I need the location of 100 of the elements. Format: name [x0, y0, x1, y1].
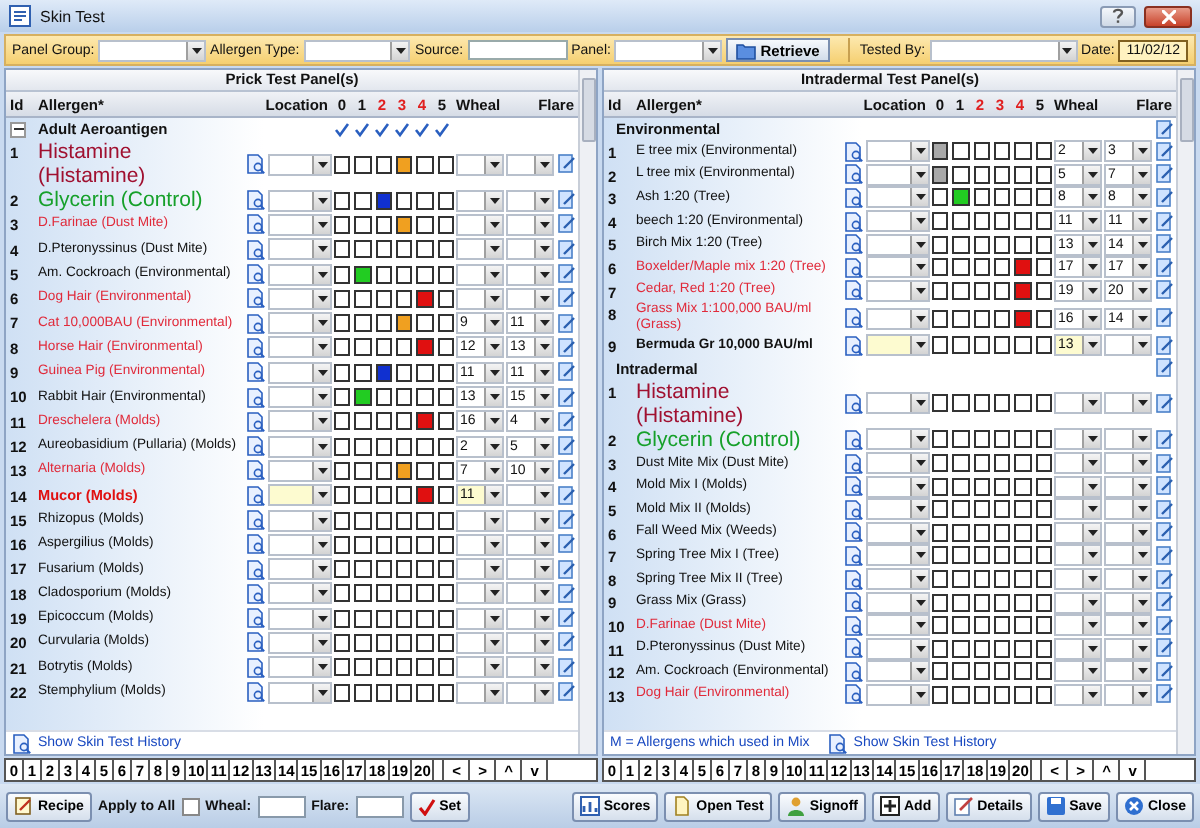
- grade-checkbox[interactable]: [437, 191, 454, 210]
- history-icon[interactable]: [843, 393, 863, 414]
- grade-checkbox[interactable]: [395, 633, 413, 652]
- grade-checkbox[interactable]: [993, 662, 1011, 681]
- grade-checkbox[interactable]: [1014, 500, 1032, 519]
- grade-checkbox[interactable]: [973, 430, 990, 449]
- location-dropdown[interactable]: [268, 435, 332, 458]
- grade-checkbox[interactable]: [993, 616, 1011, 635]
- grade-checkbox[interactable]: [437, 289, 454, 308]
- edit-icon[interactable]: [558, 337, 576, 358]
- grade-checkbox[interactable]: [952, 394, 970, 413]
- grade-checkbox[interactable]: [416, 683, 434, 702]
- flare-dropdown[interactable]: [1104, 637, 1152, 660]
- grade-checkbox[interactable]: [354, 584, 372, 603]
- history-icon[interactable]: [245, 190, 265, 211]
- grade-checkbox[interactable]: [334, 388, 351, 407]
- grade-checkbox[interactable]: [375, 584, 392, 603]
- grade-checkbox[interactable]: [395, 609, 413, 628]
- location-dropdown[interactable]: [268, 153, 332, 175]
- grade-checkbox[interactable]: [375, 265, 392, 284]
- flare-dropdown[interactable]: [506, 238, 554, 261]
- grade-checkbox[interactable]: [1035, 281, 1052, 300]
- grade-checkbox[interactable]: [1014, 454, 1032, 473]
- grade-checkbox[interactable]: [416, 338, 434, 357]
- grade-checkbox[interactable]: [952, 685, 970, 704]
- grade-checkbox[interactable]: [334, 338, 351, 357]
- grade-checkbox[interactable]: [932, 546, 949, 565]
- grade-checkbox[interactable]: [1014, 258, 1032, 277]
- location-dropdown[interactable]: [268, 509, 332, 531]
- edit-icon[interactable]: [1156, 119, 1174, 139]
- grade-checkbox[interactable]: [334, 437, 351, 456]
- grade-checkbox[interactable]: [993, 593, 1011, 612]
- grade-checkbox[interactable]: [437, 511, 454, 529]
- flare-dropdown[interactable]: [506, 509, 554, 531]
- edit-icon[interactable]: [1156, 592, 1174, 613]
- grade-checkbox[interactable]: [1035, 500, 1052, 519]
- collapse-toggle[interactable]: [10, 121, 26, 137]
- history-icon[interactable]: [843, 476, 863, 497]
- grade-checkbox[interactable]: [416, 535, 434, 554]
- location-dropdown[interactable]: [268, 189, 332, 212]
- grade-checkbox[interactable]: [375, 338, 392, 357]
- location-dropdown[interactable]: [866, 233, 930, 256]
- location-dropdown[interactable]: [268, 558, 332, 581]
- edit-icon[interactable]: [1156, 187, 1174, 208]
- location-dropdown[interactable]: [268, 631, 332, 654]
- grade-checkbox[interactable]: [993, 523, 1011, 542]
- edit-icon[interactable]: [558, 534, 576, 555]
- edit-icon[interactable]: [1156, 234, 1174, 255]
- wheal-dropdown[interactable]: [1054, 498, 1102, 521]
- history-icon[interactable]: [245, 154, 265, 174]
- grade-checkbox[interactable]: [1035, 309, 1052, 328]
- grade-checkbox[interactable]: [334, 191, 351, 210]
- grade-checkbox[interactable]: [395, 486, 413, 505]
- grade-checkbox[interactable]: [354, 191, 372, 210]
- grade-checkbox[interactable]: [932, 394, 949, 413]
- grade-checkbox[interactable]: [993, 454, 1011, 473]
- grade-checkbox[interactable]: [416, 609, 434, 628]
- edit-icon[interactable]: [558, 460, 576, 481]
- grade-checkbox[interactable]: [1035, 662, 1052, 681]
- edit-icon[interactable]: [1156, 358, 1174, 379]
- grade-checkbox[interactable]: [1035, 165, 1052, 184]
- edit-icon[interactable]: [1156, 141, 1174, 162]
- grade-checkbox[interactable]: [973, 500, 990, 519]
- flare-dropdown[interactable]: [1104, 683, 1152, 706]
- grade-checkbox[interactable]: [395, 560, 413, 579]
- close-button[interactable]: [1144, 5, 1192, 27]
- grade-checkbox[interactable]: [375, 609, 392, 628]
- grade-checkbox[interactable]: [437, 461, 454, 480]
- grade-checkbox[interactable]: [416, 633, 434, 652]
- grade-checkbox[interactable]: [1014, 430, 1032, 449]
- scroll-thumb[interactable]: [582, 78, 596, 142]
- history-icon[interactable]: [843, 499, 863, 520]
- history-icon[interactable]: [245, 337, 265, 358]
- history-icon[interactable]: [843, 335, 863, 356]
- grade-checkbox[interactable]: [416, 289, 434, 308]
- grade-checkbox[interactable]: [416, 215, 434, 234]
- grade-checkbox[interactable]: [973, 309, 990, 328]
- grade-checkbox[interactable]: [437, 240, 454, 259]
- location-dropdown[interactable]: [268, 386, 332, 409]
- flare-dropdown[interactable]: [506, 558, 554, 581]
- tested-by-dropdown[interactable]: [929, 39, 1078, 61]
- location-dropdown[interactable]: [866, 279, 930, 302]
- grade-checkbox[interactable]: [334, 289, 351, 308]
- grade-checkbox[interactable]: [1035, 639, 1052, 658]
- history-icon[interactable]: [843, 661, 863, 682]
- grade-checkbox[interactable]: [1035, 593, 1052, 612]
- grade-checkbox[interactable]: [932, 309, 949, 328]
- grade-checkbox[interactable]: [973, 570, 990, 589]
- wheal-field[interactable]: [257, 795, 306, 817]
- grade-checkbox[interactable]: [395, 388, 413, 407]
- grade-checkbox[interactable]: [375, 412, 392, 431]
- location-dropdown[interactable]: [268, 681, 332, 704]
- grade-checkbox[interactable]: [1014, 662, 1032, 681]
- grade-checkbox[interactable]: [437, 155, 454, 173]
- grade-checkbox[interactable]: [1014, 235, 1032, 254]
- grade-checkbox[interactable]: [1014, 281, 1032, 300]
- grade-checkbox[interactable]: [334, 511, 351, 529]
- grade-checkbox[interactable]: [375, 658, 392, 677]
- grade-checkbox[interactable]: [993, 188, 1011, 207]
- grade-checkbox[interactable]: [973, 188, 990, 207]
